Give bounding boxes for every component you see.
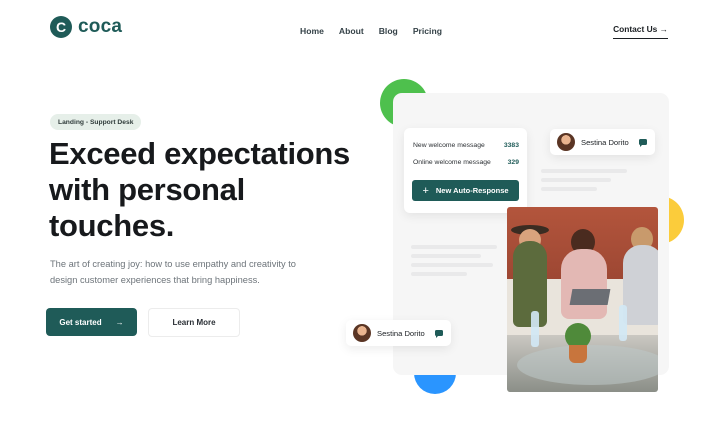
main-nav: Home About Blog Pricing xyxy=(300,26,442,36)
message-count: 3383 xyxy=(503,142,519,149)
placeholder-line xyxy=(411,272,467,276)
message-row: Online welcome message 329 xyxy=(413,159,519,166)
chat-icon xyxy=(434,330,443,338)
avatar xyxy=(557,133,575,151)
placeholder-line xyxy=(411,245,497,249)
hero-badge: Landing - Support Desk xyxy=(50,114,142,130)
logo-mark-icon: C xyxy=(50,16,72,38)
new-auto-response-button[interactable]: + New Auto-Response xyxy=(412,180,519,201)
new-auto-response-label: New Auto-Response xyxy=(435,186,509,195)
placeholder-line xyxy=(411,254,481,258)
get-started-label: Get started xyxy=(59,317,102,327)
message-label: New welcome message xyxy=(413,142,485,149)
nav-pricing[interactable]: Pricing xyxy=(413,26,442,36)
chat-icon xyxy=(638,139,647,147)
contact-us-link[interactable]: Contact Us → xyxy=(613,24,668,39)
placeholder-line xyxy=(541,187,597,191)
nav-about[interactable]: About xyxy=(339,26,364,36)
brand-name: coca xyxy=(78,16,123,37)
welcome-messages-card: New welcome message 3383 Online welcome … xyxy=(404,128,527,213)
placeholder-line xyxy=(541,178,611,182)
nav-blog[interactable]: Blog xyxy=(379,26,398,36)
plus-icon: + xyxy=(422,184,429,197)
placeholder-line xyxy=(541,169,627,173)
agent-name: Sestina Dorito xyxy=(377,328,425,338)
get-started-button[interactable]: Get started → xyxy=(46,308,137,336)
arrow-right-icon: → xyxy=(115,317,124,327)
agent-name: Sestina Dorito xyxy=(581,137,629,147)
avatar xyxy=(353,324,371,342)
hero-headline: Exceed expectations with personal touche… xyxy=(49,136,351,243)
message-row: New welcome message 3383 xyxy=(413,142,519,149)
nav-home[interactable]: Home xyxy=(300,26,324,36)
agent-chip-bottom: Sestina Dorito xyxy=(346,320,451,346)
message-count: 329 xyxy=(507,159,519,166)
agent-chip-top: Sestina Dorito xyxy=(550,129,655,155)
team-photo xyxy=(507,207,658,392)
placeholder-line xyxy=(411,263,493,267)
message-label: Online welcome message xyxy=(413,159,491,166)
brand-logo[interactable]: C coca xyxy=(50,16,122,38)
hero-subtitle: The art of creating joy: how to use empa… xyxy=(50,259,296,285)
learn-more-button[interactable]: Learn More xyxy=(148,308,240,337)
